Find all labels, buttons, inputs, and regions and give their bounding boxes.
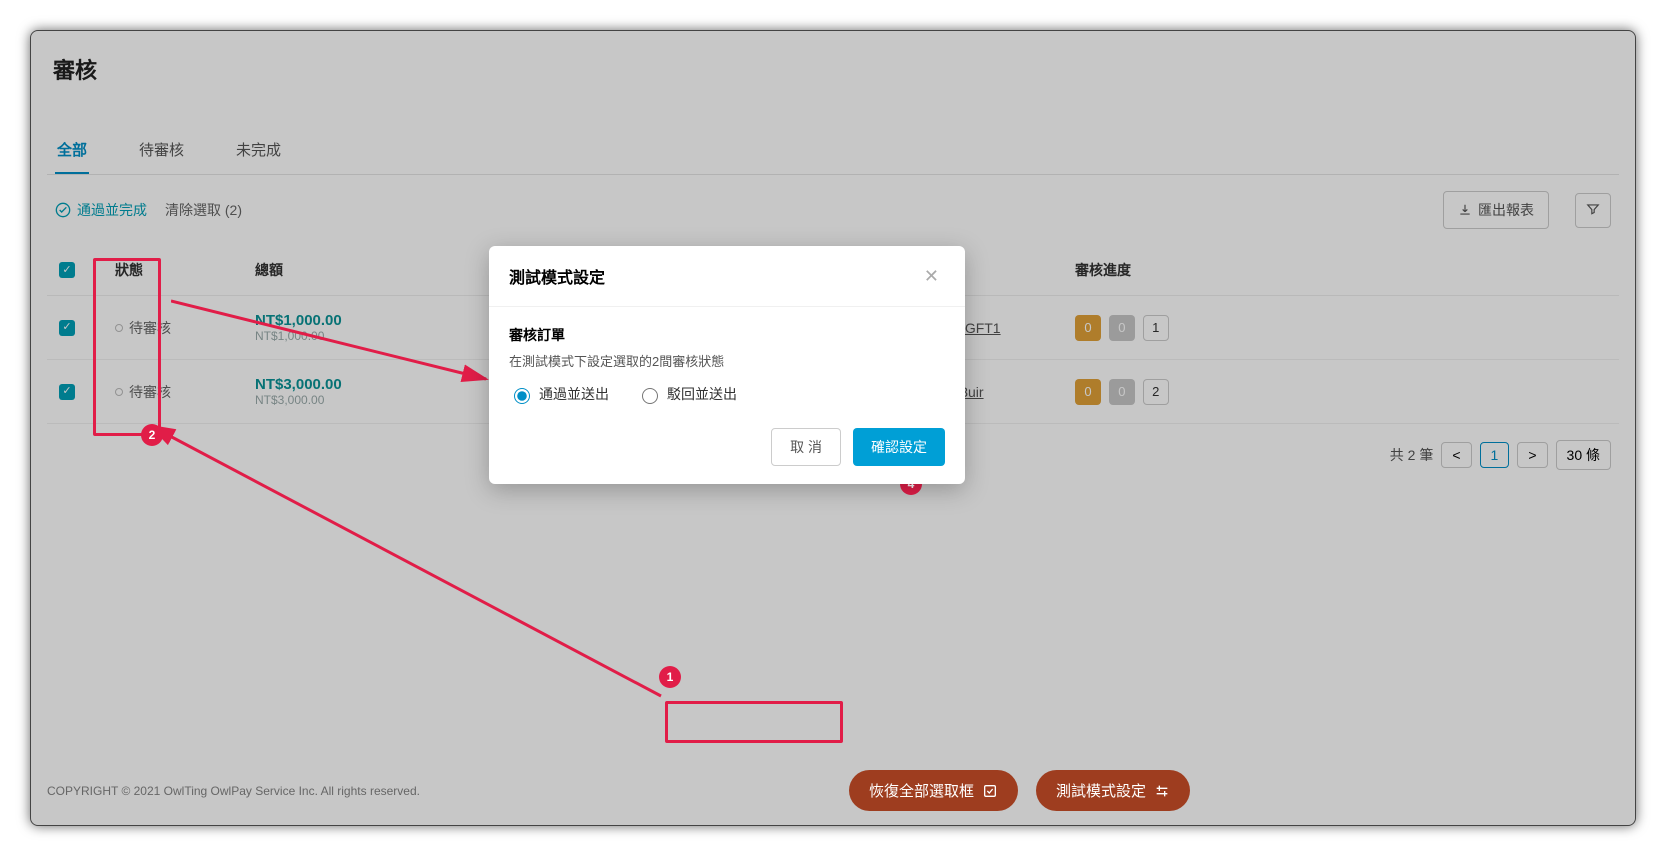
close-icon[interactable]: ✕	[918, 265, 945, 288]
status-badge: 待審核	[115, 318, 239, 338]
test-mode-modal: 測試模式設定 ✕ 審核訂單 在測試模式下設定選取的2間審核狀態 通過並送出 駁回…	[489, 246, 965, 484]
modal-title: 測試模式設定	[509, 264, 605, 288]
check-square-icon	[982, 783, 998, 799]
col-progress: 審核進度	[1067, 245, 1619, 296]
confirm-button[interactable]: 確認設定	[853, 428, 945, 466]
check-circle-icon	[55, 202, 71, 218]
filter-button[interactable]	[1575, 193, 1611, 228]
status-badge: 待審核	[115, 382, 239, 402]
progress-cell: 0 0 1	[1067, 296, 1619, 360]
col-status: 狀態	[107, 245, 247, 296]
pass-and-complete-button[interactable]: 通過並完成	[55, 200, 147, 220]
export-button[interactable]: 匯出報表	[1443, 191, 1549, 229]
tab-all[interactable]: 全部	[55, 125, 89, 174]
page-title: 審核	[47, 31, 1619, 85]
radio-pass[interactable]: 通過並送出	[509, 384, 609, 404]
row-checkbox[interactable]	[59, 384, 75, 400]
tabs: 全部 待審核 未完成	[47, 125, 1619, 175]
row-checkbox[interactable]	[59, 320, 75, 336]
radio-reject[interactable]: 駁回並送出	[637, 384, 737, 404]
restore-all-button[interactable]: 恢復全部選取框	[849, 770, 1018, 811]
filter-icon	[1586, 202, 1600, 216]
tab-pending[interactable]: 待審核	[137, 125, 186, 174]
clear-selection-button[interactable]: 清除選取 (2)	[165, 200, 242, 220]
cancel-button[interactable]: 取 消	[771, 428, 841, 466]
progress-cell: 0 0 2	[1067, 360, 1619, 424]
modal-desc: 在測試模式下設定選取的2間審核狀態	[509, 351, 945, 370]
page-size-select[interactable]: 30 條	[1556, 440, 1611, 470]
header-checkbox[interactable]	[59, 262, 75, 278]
next-button[interactable]: >	[1517, 442, 1547, 468]
page-button[interactable]: 1	[1480, 442, 1510, 468]
sliders-icon	[1154, 783, 1170, 799]
prev-button[interactable]: <	[1441, 442, 1471, 468]
tab-incomplete[interactable]: 未完成	[234, 125, 283, 174]
download-icon	[1458, 203, 1472, 217]
test-mode-button[interactable]: 測試模式設定	[1036, 770, 1190, 811]
modal-subtitle: 審核訂單	[509, 325, 945, 345]
copyright: COPYRIGHT © 2021 OwlTing OwlPay Service …	[47, 784, 420, 798]
